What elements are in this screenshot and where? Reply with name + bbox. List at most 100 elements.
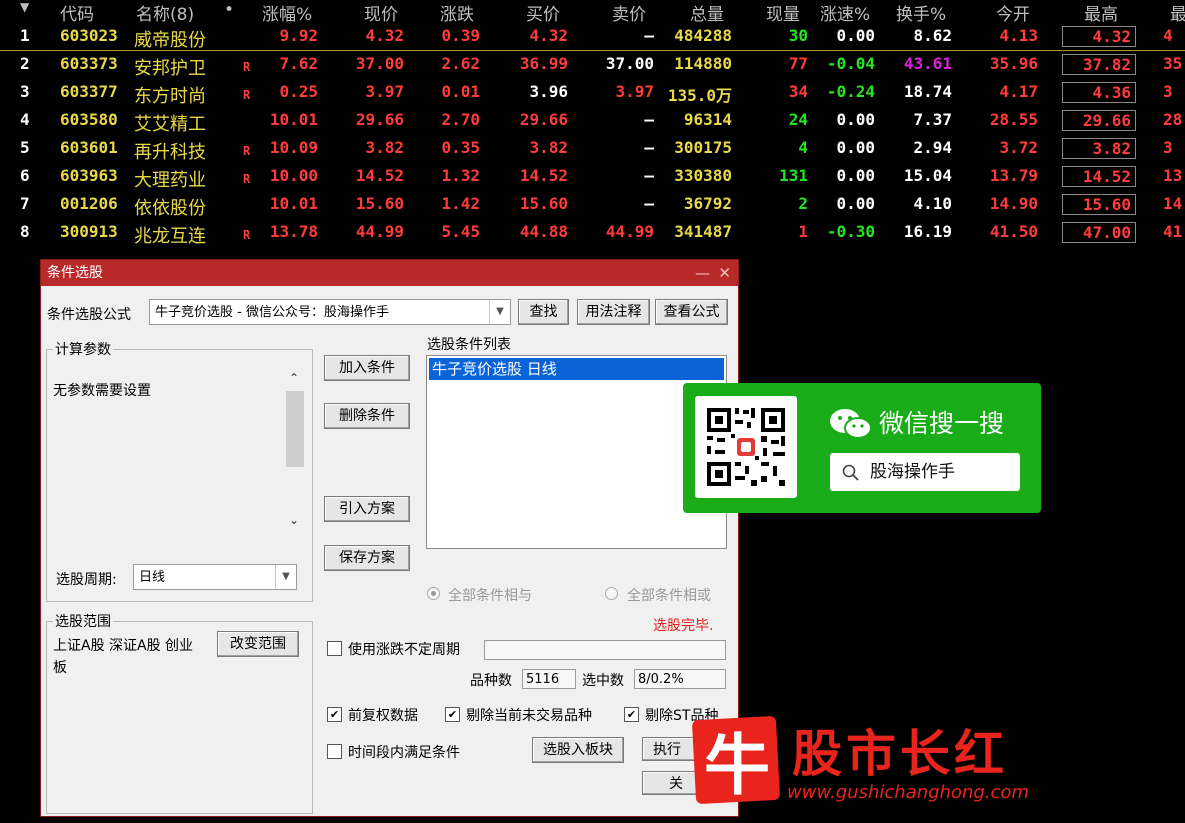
scroll-up-icon[interactable]: ⌃ — [289, 371, 299, 385]
table-row[interactable]: 6 603963 大理药业 R 10.00 14.52 1.32 14.52 — 330380 13… — [0, 162, 1185, 191]
cell-chg: 0.35 — [441, 138, 480, 157]
table-row[interactable]: 7 001206 依依股份 10.01 15.60 1.42 15.60 — 36792 2 0.0… — [0, 190, 1185, 219]
cell-price: 29.66 — [355, 110, 404, 129]
forward-adjust-checkbox[interactable]: ✔ — [327, 707, 342, 722]
find-button[interactable]: 查找 — [518, 299, 569, 325]
cell-name: 兆龙互连 — [134, 226, 206, 247]
cell-ask: — — [644, 138, 654, 157]
cell-price: 44.99 — [355, 222, 404, 241]
list-item[interactable]: 牛子竞价选股 日线 — [429, 358, 724, 380]
cell-bid: 4.32 — [529, 26, 568, 45]
formula-label: 条件选股公式 — [47, 307, 131, 323]
cell-bid: 3.82 — [529, 138, 568, 157]
period-input[interactable] — [484, 640, 726, 660]
cell-pct: 0.25 — [279, 82, 318, 101]
cell-speed: 0.00 — [836, 26, 875, 45]
params-scrollbar[interactable]: ⌃ ⌄ — [286, 367, 304, 532]
selected-value: 8/0.2% — [634, 669, 726, 689]
cell-code: 603580 — [60, 110, 118, 129]
table-row[interactable]: 2 603373 安邦护卫 R 7.62 37.00 2.62 36.99 37.00 11488… — [0, 50, 1185, 79]
table-row[interactable]: 4 603580 艾艾精工 10.01 29.66 2.70 29.66 — 96314 24 0.… — [0, 106, 1185, 135]
cell-open: 14.90 — [989, 194, 1038, 213]
cell-ask: — — [644, 194, 654, 213]
cell-turn: 15.04 — [903, 166, 952, 185]
cell-chg: 2.70 — [441, 110, 480, 129]
change-range-button[interactable]: 改变范围 — [217, 631, 299, 657]
cell-high: 29.66 — [1062, 110, 1136, 131]
table-row[interactable]: 3 603377 东方时尚 R 0.25 3.97 0.01 3.96 3.97 135.0万 34… — [0, 78, 1185, 107]
minimize-icon[interactable]: — — [695, 260, 710, 286]
cell-ask: 37.00 — [605, 54, 654, 73]
cell-code: 603963 — [60, 166, 118, 185]
cell-last: 35 — [1163, 54, 1183, 73]
cell-idx: 1 — [20, 26, 30, 45]
cell-cur: 1 — [798, 222, 808, 241]
cell-chg: 1.32 — [441, 166, 480, 185]
logo-name: 股市长红 — [792, 724, 1008, 783]
time-range-checkbox[interactable] — [327, 744, 342, 759]
cell-code: 300913 — [60, 222, 118, 241]
cell-bid: 44.88 — [519, 222, 568, 241]
conditions-label: 选股条件列表 — [427, 337, 511, 353]
table-row[interactable]: 5 603601 再升科技 R 10.09 3.82 0.35 3.82 — 300175 4 0.0… — [0, 134, 1185, 163]
selected-label: 选中数 — [582, 673, 624, 689]
to-block-button[interactable]: 选股入板块 — [532, 737, 624, 763]
cell-name: 威帝股份 — [134, 30, 206, 51]
cell-speed: -0.30 — [826, 222, 875, 241]
usage-button[interactable]: 用法注释 — [577, 299, 650, 325]
chevron-down-icon[interactable]: ▼ — [275, 565, 296, 589]
conditions-list[interactable]: 牛子竞价选股 日线 — [426, 355, 727, 549]
period-select[interactable]: 日线 ▼ — [133, 564, 297, 590]
save-plan-button[interactable]: 保存方案 — [324, 545, 410, 571]
status-text: 选股完毕. — [653, 618, 714, 634]
formula-select[interactable]: 牛子竞价选股 - 微信公众号：股海操作手 ▼ — [149, 299, 511, 325]
cell-pct: 10.01 — [269, 194, 318, 213]
cell-high: 15.60 — [1062, 194, 1136, 215]
cell-idx: 6 — [20, 166, 30, 185]
qr-code-icon — [695, 396, 797, 498]
add-condition-button[interactable]: 加入条件 — [324, 355, 410, 381]
cell-name: 依依股份 — [134, 198, 206, 219]
chevron-down-icon[interactable]: ▼ — [489, 300, 510, 324]
cell-speed: 0.00 — [836, 110, 875, 129]
cell-speed: -0.24 — [826, 82, 875, 101]
wechat-search-box[interactable]: 股海操作手 — [830, 453, 1020, 491]
cell-cur: 131 — [779, 166, 808, 185]
import-plan-button[interactable]: 引入方案 — [324, 496, 410, 522]
cell-ask: — — [644, 166, 654, 185]
cell-vol: 96314 — [683, 110, 732, 129]
wechat-search-card: 微信搜一搜 股海操作手 — [683, 383, 1041, 513]
cell-turn: 8.62 — [913, 26, 952, 45]
cell-cur: 30 — [788, 26, 808, 45]
cell-vol: 135.0万 — [667, 86, 732, 105]
exclude-st-checkbox[interactable]: ✔ — [624, 707, 639, 722]
cell-turn: 2.94 — [913, 138, 952, 157]
use-period-checkbox[interactable] — [327, 641, 342, 656]
cell-idx: 4 — [20, 110, 30, 129]
scrollbar-thumb[interactable] — [286, 391, 304, 467]
cell-last: 3 — [1163, 138, 1173, 157]
cell-bid: 36.99 — [519, 54, 568, 73]
cell-open: 35.96 — [989, 54, 1038, 73]
cell-vol: 300175 — [674, 138, 732, 157]
sort-arrow-icon[interactable]: ▼ — [20, 0, 29, 14]
scroll-down-icon[interactable]: ⌄ — [289, 513, 299, 527]
delete-condition-button[interactable]: 删除条件 — [324, 403, 410, 429]
close-icon[interactable]: ✕ — [718, 260, 731, 286]
period-label: 选股周期: — [56, 572, 117, 588]
cell-turn: 4.10 — [913, 194, 952, 213]
radio-or[interactable] — [605, 587, 618, 600]
cell-turn: 18.74 — [903, 82, 952, 101]
wechat-icon — [830, 409, 872, 439]
cell-cur: 4 — [798, 138, 808, 157]
exclude-nontrade-checkbox[interactable]: ✔ — [445, 707, 460, 722]
cell-speed: 0.00 — [836, 166, 875, 185]
table-row[interactable]: 8 300913 兆龙互连 R 13.78 44.99 5.45 44.88 44.99 3414… — [0, 218, 1185, 247]
radio-and[interactable] — [427, 587, 440, 600]
cell-flag: R — [243, 60, 251, 74]
period-value: 日线 — [139, 570, 166, 585]
dialog-titlebar[interactable]: 条件选股 — ✕ — [41, 260, 738, 286]
cell-cur: 24 — [788, 110, 808, 129]
table-row[interactable]: 1 603023 威帝股份 9.92 4.32 0.39 4.32 — 484288 30 0.00… — [0, 22, 1185, 51]
view-formula-button[interactable]: 查看公式 — [655, 299, 728, 325]
